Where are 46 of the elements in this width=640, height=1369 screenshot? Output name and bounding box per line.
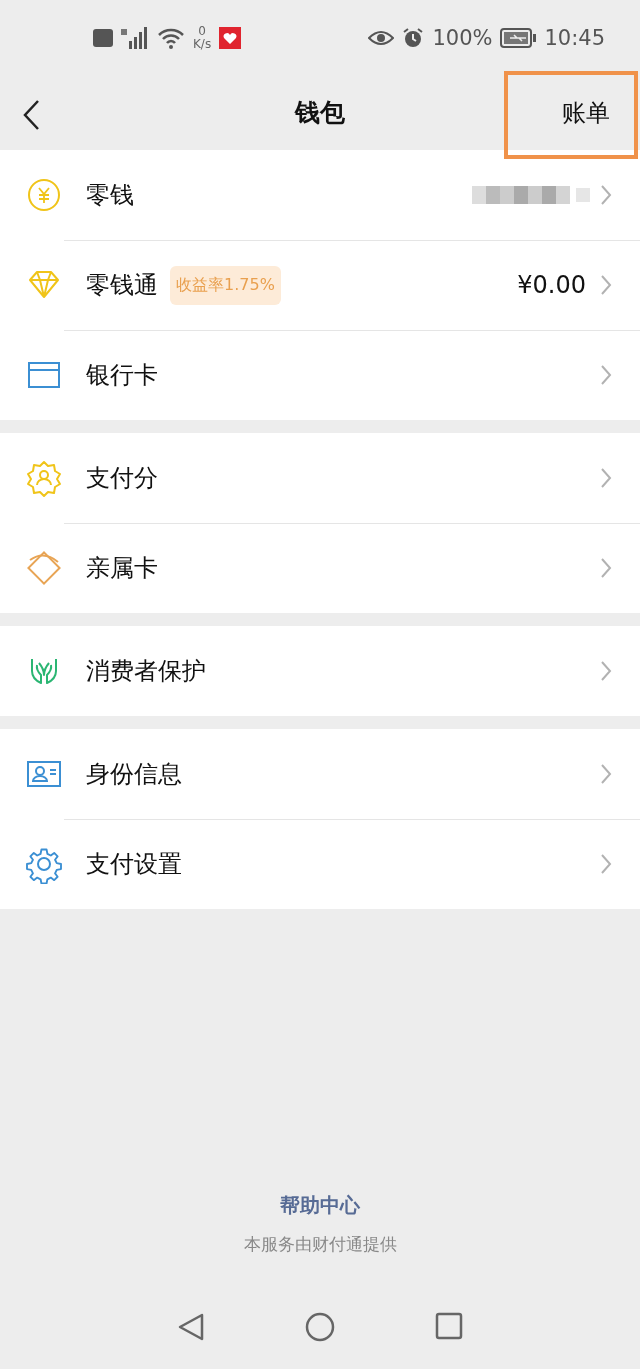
list-item[interactable]: 支付分 [0, 433, 640, 523]
back-nav-icon[interactable] [177, 1312, 205, 1342]
item-label: 零钱 [86, 180, 134, 211]
bill-button[interactable]: 账单 [558, 93, 614, 133]
chevron-icon [600, 467, 612, 489]
item-label: 亲属卡 [86, 553, 158, 584]
alarm-icon [402, 26, 425, 49]
list-item[interactable]: 零钱通 收益率1.75% ¥0.00 [0, 240, 640, 330]
badge-icon [24, 458, 64, 498]
signal-icon [121, 26, 149, 49]
chevron-icon [600, 364, 612, 386]
page-title: 钱包 [295, 97, 345, 129]
battery-icon [500, 27, 537, 48]
chevron-icon [600, 274, 612, 296]
list-item[interactable]: 支付设置 [0, 819, 640, 909]
chevron-icon [600, 660, 612, 682]
list-item[interactable]: 亲属卡 [0, 523, 640, 613]
chevron-icon [600, 184, 612, 206]
chevron-icon [600, 763, 612, 785]
home-nav-icon[interactable] [305, 1312, 335, 1342]
net-speed-value: 0 [198, 24, 206, 38]
eye-icon [368, 28, 395, 47]
list-item[interactable]: 消费者保护 [0, 626, 640, 716]
heart-app-icon [219, 26, 242, 49]
chevron-icon [600, 853, 612, 875]
chevron-icon [600, 557, 612, 579]
wifi-icon [157, 26, 185, 49]
item-label: 银行卡 [86, 360, 158, 391]
list-item[interactable]: 银行卡 [0, 330, 640, 420]
battery-percent: 100% [432, 25, 493, 50]
recents-nav-icon[interactable] [435, 1312, 463, 1340]
item-label: 零钱通 [86, 270, 158, 301]
hd-icon [93, 28, 113, 47]
clock: 10:45 [544, 25, 605, 50]
item-label: 支付分 [86, 463, 158, 494]
list-item[interactable]: 零钱 [0, 150, 640, 240]
provider-note: 本服务由财付通提供 [243, 1233, 397, 1256]
net-speed-unit: K/s [193, 37, 212, 51]
list-item[interactable]: 身份信息 [0, 729, 640, 819]
item-label: 支付设置 [86, 849, 182, 880]
item-label: 身份信息 [86, 759, 182, 790]
item-label: 消费者保护 [86, 656, 206, 687]
item-amount: ¥0.00 [517, 271, 586, 299]
rate-badge: 收益率1.75% [170, 265, 281, 305]
back-icon[interactable] [22, 99, 42, 131]
help-center-link[interactable]: 帮助中心 [280, 1192, 360, 1219]
